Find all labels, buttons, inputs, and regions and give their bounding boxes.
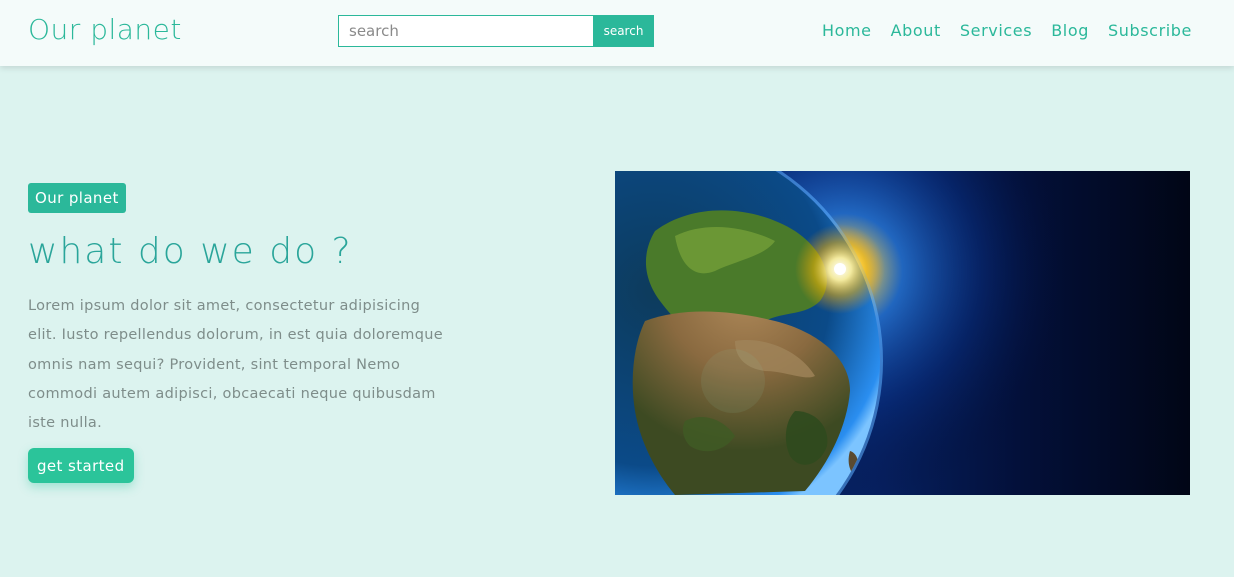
search-input[interactable] [338,15,593,47]
nav-link-about[interactable]: About [891,20,941,42]
hero-badge: Our planet [28,183,126,213]
search-button[interactable]: search [593,15,654,47]
nav-link-home[interactable]: Home [822,20,872,42]
earth-from-space-image [615,171,1190,495]
hero-description: Lorem ipsum dolor sit amet, consectetur … [28,298,443,432]
nav-link-services[interactable]: Services [960,20,1032,42]
main-nav: Home About Services Blog Subscribe [822,20,1192,42]
get-started-button[interactable]: get started [28,448,134,483]
earth-illustration [615,171,1190,495]
hero-title: what do we do ? [28,231,353,272]
search-form: search [338,15,654,47]
nav-link-subscribe[interactable]: Subscribe [1108,20,1192,42]
site-logo[interactable]: Our planet [28,13,182,47]
nav-link-blog[interactable]: Blog [1051,20,1089,42]
site-header: Our planet search Home About Services Bl… [0,0,1234,66]
